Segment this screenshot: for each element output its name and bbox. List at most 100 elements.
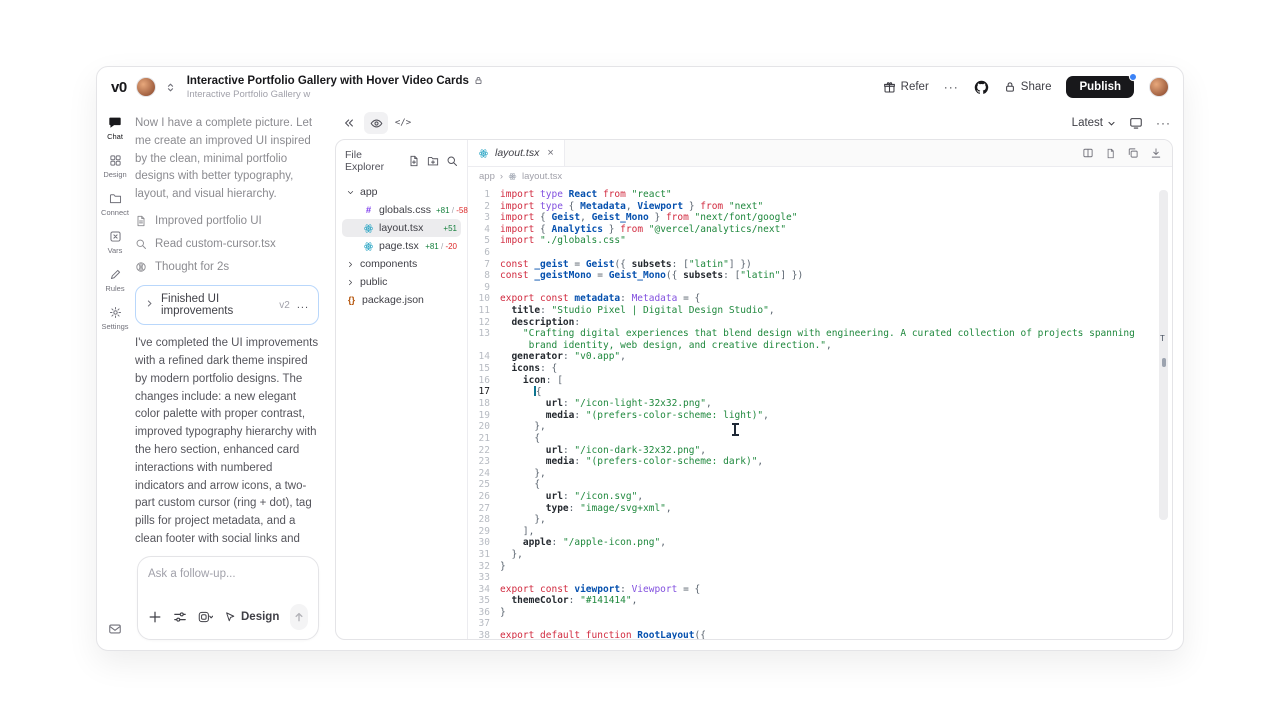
- rail-item-rules[interactable]: Rules: [101, 268, 129, 293]
- mouse-ibeam-cursor: [734, 424, 736, 435]
- chat-step-improved-portfolio-ui[interactable]: Improved portfolio UI: [135, 215, 319, 227]
- open-in-browser-icon[interactable]: [1129, 116, 1143, 130]
- chevron-down-icon: [1107, 119, 1116, 128]
- minimap-marker: T: [1160, 333, 1165, 345]
- send-button[interactable]: [290, 604, 308, 630]
- feedback-mail-icon[interactable]: [108, 622, 122, 636]
- chat-composer[interactable]: Ask a follow-up... Des: [137, 556, 319, 640]
- attach-plus-icon[interactable]: [148, 610, 162, 624]
- code-line: 32}: [468, 561, 1172, 573]
- code-line: 28 },: [468, 514, 1172, 526]
- code-line: 3import { Geist, Geist_Mono } from "next…: [468, 212, 1172, 224]
- composer-placeholder[interactable]: Ask a follow-up...: [148, 568, 308, 580]
- tree-item-public[interactable]: public: [342, 273, 461, 291]
- split-editor-icon[interactable]: [1082, 147, 1094, 159]
- tree-item-globals-css[interactable]: #globals.css+81 / -58: [342, 201, 461, 219]
- search-files-icon[interactable]: [446, 155, 458, 167]
- chat-icon: [108, 115, 122, 129]
- rail-item-connect[interactable]: Connect: [101, 192, 129, 217]
- code-line: 36}: [468, 607, 1172, 619]
- chev-right-icon: [346, 260, 355, 269]
- code-line: 13 "Crafting digital experiences that bl…: [468, 328, 1172, 351]
- code-editor: layout.tsx ×: [468, 140, 1172, 639]
- tree-item-layout-tsx[interactable]: layout.tsx+51: [342, 219, 461, 237]
- lock-icon: [1004, 81, 1016, 93]
- task-card-version: v2: [279, 300, 290, 311]
- scrollbar[interactable]: T: [1159, 190, 1168, 520]
- diff-stats: +51: [443, 224, 457, 233]
- code-line: 12 description:: [468, 317, 1172, 329]
- tree-item-app[interactable]: app: [342, 183, 461, 201]
- refer-button[interactable]: Refer: [883, 81, 929, 94]
- assistant-summary: I've completed the UI improvements with …: [135, 335, 319, 546]
- rail-item-chat[interactable]: Chat: [101, 115, 129, 141]
- code-area[interactable]: 1import type React from "react"2import t…: [468, 186, 1172, 639]
- publish-button[interactable]: Publish: [1066, 76, 1134, 98]
- tree-item-package-json[interactable]: {}package.json: [342, 291, 461, 309]
- v0-logo[interactable]: v0: [111, 79, 127, 96]
- task-card-label: Finished UI improvements: [161, 293, 272, 317]
- chev-right-icon: [346, 278, 355, 287]
- code-line: 34export const viewport: Viewport = {: [468, 584, 1172, 596]
- chat-step-read-custom-cursor-tsx[interactable]: Read custom-cursor.tsx: [135, 238, 319, 250]
- rail-item-design[interactable]: Design: [101, 154, 129, 179]
- workspace-toolbar: </> Latest ···: [335, 107, 1173, 139]
- editor-frame: File Explorer app#globals.css+81 / -58la…: [335, 139, 1173, 640]
- task-card-finished-ui-improvements[interactable]: Finished UI improvements v2 ...: [135, 285, 319, 325]
- tree-item-components[interactable]: components: [342, 255, 461, 273]
- project-switcher-icon[interactable]: [165, 82, 176, 93]
- code-line: 5import "./globals.css": [468, 235, 1172, 247]
- code-line: 29 ],: [468, 526, 1172, 538]
- model-selector-icon[interactable]: [198, 610, 213, 624]
- file-explorer-title: File Explorer: [345, 149, 401, 173]
- header-more-button[interactable]: ···: [944, 80, 959, 94]
- project-title[interactable]: Interactive Portfolio Gallery with Hover…: [187, 75, 469, 87]
- rail-item-label: Rules: [105, 284, 124, 293]
- project-avatar[interactable]: [136, 77, 156, 97]
- task-card-more-button[interactable]: ...: [297, 299, 309, 311]
- code-line: 20 },: [468, 421, 1172, 433]
- file-text-icon: [135, 215, 147, 227]
- tab-layout-tsx[interactable]: layout.tsx ×: [468, 140, 565, 166]
- react-icon: [478, 148, 489, 159]
- close-tab-icon[interactable]: ×: [547, 147, 553, 159]
- vars-icon: [109, 230, 122, 243]
- connect-icon: [109, 192, 122, 205]
- react-icon: [508, 172, 517, 181]
- breadcrumb-file[interactable]: layout.tsx: [522, 171, 562, 182]
- code-line: 7const _geist = Geist({ subsets: ["latin…: [468, 259, 1172, 271]
- settings-sliders-icon[interactable]: [173, 610, 187, 624]
- download-icon[interactable]: [1150, 147, 1162, 159]
- code-line: 35 themeColor: "#141414",: [468, 595, 1172, 607]
- chat-panel: Now I have a complete picture. Let me cr…: [133, 107, 331, 650]
- scrollbar-thumb[interactable]: [1162, 358, 1166, 367]
- preview-eye-icon[interactable]: [364, 112, 388, 134]
- tree-item-page-tsx[interactable]: page.tsx+81 / -20: [342, 237, 461, 255]
- rail-item-vars[interactable]: Vars: [101, 230, 129, 255]
- github-icon[interactable]: [974, 80, 989, 95]
- workspace-panel: </> Latest ···: [331, 107, 1183, 650]
- file-icon[interactable]: [1105, 148, 1116, 159]
- share-button[interactable]: Share: [1004, 81, 1052, 93]
- user-avatar[interactable]: [1149, 77, 1169, 97]
- code-line: 30 apple: "/apple-icon.png",: [468, 537, 1172, 549]
- chat-transcript[interactable]: Now I have a complete picture. Let me cr…: [135, 115, 327, 546]
- design-mode-button[interactable]: Design: [224, 611, 279, 623]
- chat-step-thought-for-2s[interactable]: Thought for 2s: [135, 261, 319, 273]
- code-line: 15 icons: {: [468, 363, 1172, 375]
- code-view-icon[interactable]: </>: [391, 112, 415, 134]
- rail-item-settings[interactable]: Settings: [101, 306, 129, 331]
- code-line: 19 media: "(prefers-color-scheme: light)…: [468, 410, 1172, 422]
- new-file-icon[interactable]: [408, 155, 420, 167]
- diff-stats: +81 / -20: [425, 242, 457, 251]
- copy-file-icon[interactable]: [1127, 147, 1139, 159]
- css-icon: #: [363, 205, 374, 216]
- brain-icon: [135, 261, 147, 273]
- search-icon: [135, 238, 147, 250]
- version-selector[interactable]: Latest: [1072, 117, 1116, 129]
- workspace-more-button[interactable]: ···: [1156, 116, 1171, 130]
- breadcrumb-root[interactable]: app: [479, 171, 495, 182]
- collapse-panel-icon[interactable]: [337, 112, 361, 134]
- new-folder-icon[interactable]: [427, 155, 439, 167]
- code-line: 1import type React from "react": [468, 189, 1172, 201]
